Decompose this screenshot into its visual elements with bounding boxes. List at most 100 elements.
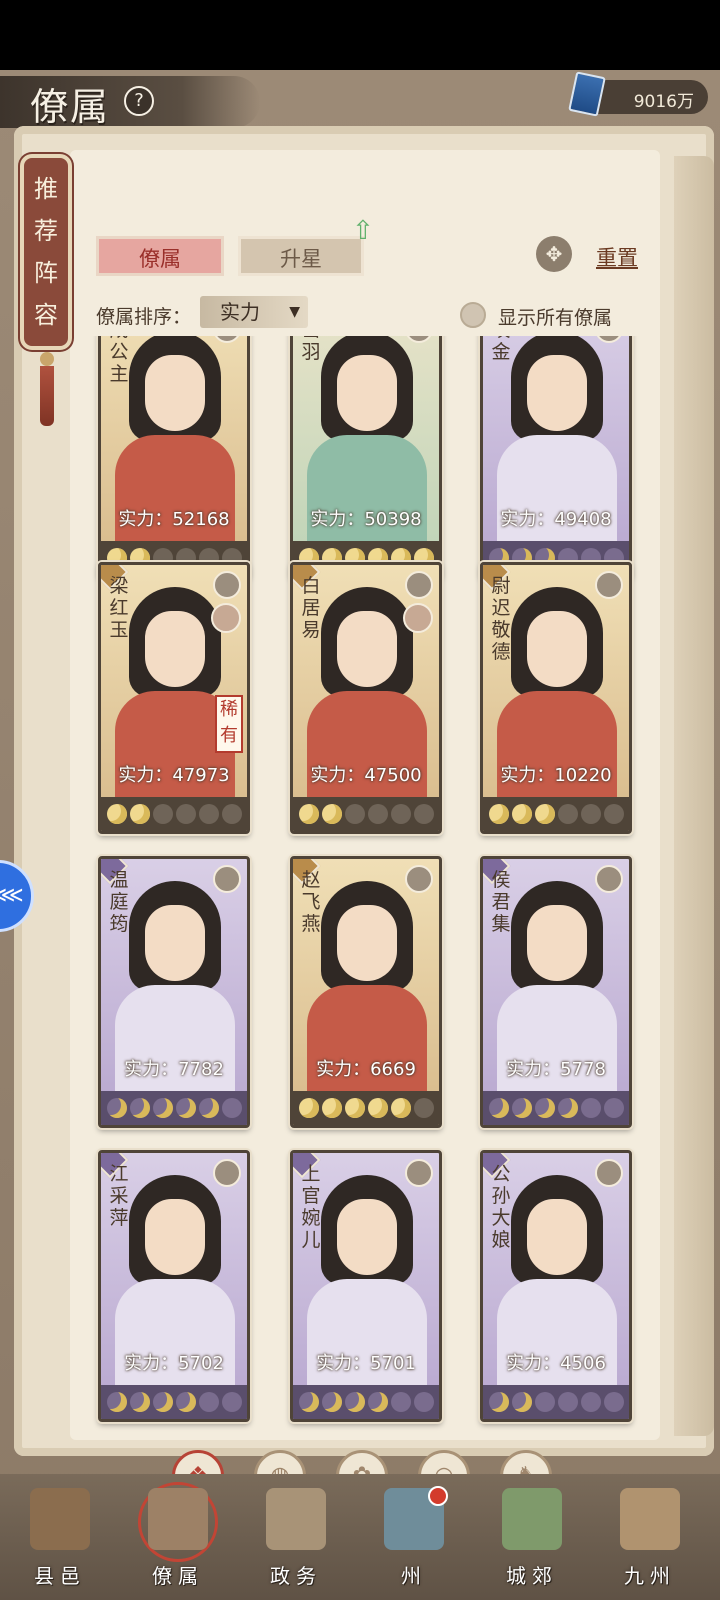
power-value: 实力：7782 [124,1059,224,1080]
moon-star-filled-icon [152,1098,173,1118]
moon-star-empty-icon [198,804,219,824]
moon-star-filled-icon [344,1392,365,1412]
retinue-name: 江采萍 [109,1163,129,1229]
nav-label: 九州 [624,1564,676,1588]
moon-star-filled-icon [488,1098,509,1118]
moon-star-filled-icon [321,1392,342,1412]
specialty-icon [405,571,433,599]
star-rating [293,1091,439,1125]
power-value: 实力：5702 [124,1353,224,1374]
moon-star-empty-icon [152,804,173,824]
retinue-name: 尉迟敬德 [491,575,511,663]
upgrade-arrow-icon: ⇧ [352,216,374,246]
retinue-card[interactable]: 公孙大娘 实力：4506 [480,1150,632,1422]
retinue-card[interactable]: 温庭筠 实力：7782 [98,856,250,1128]
retinue-name: 岳羽 [301,336,321,363]
specialty-icon [595,571,623,599]
moon-star-filled-icon [298,804,319,824]
suburb-icon [502,1488,562,1550]
moon-star-empty-icon [390,804,411,824]
moon-star-filled-icon [152,1392,173,1412]
power-value: 实力：50398 [310,509,422,530]
power-value: 实力：47973 [118,765,230,786]
currency-display[interactable]: 9016万 [568,71,708,117]
moon-star-filled-icon [298,1392,319,1412]
moon-star-filled-icon [488,804,509,824]
retinue-card[interactable]: 上官婉儿实力：5701 [290,1150,442,1422]
retinue-name: 白居易 [301,575,321,641]
radio-icon[interactable] [460,302,486,328]
retinue-card[interactable]: 赵飞燕实力：6669 [290,856,442,1128]
moon-star-empty-icon [580,1098,601,1118]
sort-value: 实力 [220,300,260,324]
moon-star-empty-icon [580,804,601,824]
moon-star-empty-icon [603,804,624,824]
moon-star-filled-icon [106,1098,127,1118]
retinue-name: 上官婉儿 [301,1163,321,1251]
bottom-navigation: 县邑 僚属 政务 州 城郊 九州 [0,1474,720,1600]
moon-star-filled-icon [129,1098,150,1118]
retinue-card[interactable]: 咬金实力：49408 [480,336,632,578]
reset-icon: ✥ [536,236,572,272]
star-rating [101,1091,247,1125]
power-value: 实力：6669 [316,1059,416,1080]
moon-star-empty-icon [221,1098,242,1118]
retinue-card[interactable]: 侯君集 实力：5778 [480,856,632,1128]
power-value: 实力：4506 [506,1353,606,1374]
help-button[interactable]: ? [124,86,154,116]
specialty-icon [213,571,241,599]
moon-star-filled-icon [106,804,127,824]
moon-star-filled-icon [367,1098,388,1118]
show-all-label: 显示所有僚属 [498,307,613,329]
affairs-icon [266,1488,326,1550]
nine-provinces-icon [620,1488,680,1550]
star-rating [101,797,247,831]
tab-retinue[interactable]: 僚属 [96,236,224,276]
retinue-card-grid[interactable]: 成公主实力：52168岳羽实力：50398咬金实力：49408梁红玉稀有实力：4… [90,336,650,1454]
power-value: 实力：10220 [500,765,612,786]
nav-item-affairs[interactable]: 政务 [242,1482,350,1596]
nav-item-county[interactable]: 县邑 [6,1482,114,1596]
specialty-icon [595,1159,623,1187]
moon-star-empty-icon [367,804,388,824]
star-rating [483,1091,629,1125]
tab-upgrade-star[interactable]: 升星 [238,236,364,276]
chevron-down-icon: ▼ [289,304,300,320]
retinue-card[interactable]: 岳羽实力：50398 [290,336,442,578]
retinue-card[interactable]: 白居易 实力：47500 [290,562,442,834]
retinue-card[interactable]: 江采萍实力：5702 [98,1150,250,1422]
nav-item-prefecture[interactable]: 州 [360,1482,468,1596]
retinue-screen: 僚属 ? 9016万 推荐阵容 僚属 升星 ⇧ ✥ 重置 僚属排序： 实力 ▼ … [0,70,720,1520]
nav-item-nine-provinces[interactable]: 九州 [596,1482,704,1596]
retinue-card[interactable]: 梁红玉 稀有 实力：47973 [98,562,250,834]
moon-star-filled-icon [129,1392,150,1412]
moon-star-filled-icon [175,1392,196,1412]
sort-dropdown[interactable]: 实力 ▼ [200,296,308,328]
retinue-card[interactable]: 尉迟敬德实力：10220 [480,562,632,834]
sort-label: 僚属排序： [96,306,192,328]
moon-star-filled-icon [488,1392,509,1412]
moon-star-filled-icon [511,804,532,824]
retinue-name: 梁红玉 [109,575,129,641]
power-value: 实力：5701 [316,1353,416,1374]
moon-star-empty-icon [413,804,434,824]
star-rating [483,797,629,831]
recommend-lineup-button[interactable]: 推荐阵容 [20,154,72,350]
retinue-name: 赵飞燕 [301,869,321,935]
nav-item-retinue[interactable]: 僚属 [124,1482,232,1596]
moon-star-filled-icon [557,1098,578,1118]
star-rating [101,1385,247,1419]
nav-label: 州 [401,1564,427,1588]
tassel-ornament [37,352,57,432]
moon-star-filled-icon [534,804,555,824]
moon-star-empty-icon [557,1392,578,1412]
nav-label: 僚属 [152,1564,204,1588]
moon-star-empty-icon [175,804,196,824]
book-page-edge [674,156,714,1436]
nav-item-suburb[interactable]: 城郊 [478,1482,586,1596]
retinue-card[interactable]: 成公主实力：52168 [98,336,250,578]
moon-star-empty-icon [603,1392,624,1412]
moon-star-filled-icon [511,1098,532,1118]
currency-value: 9016万 [633,92,694,112]
power-value: 实力：49408 [500,509,612,530]
